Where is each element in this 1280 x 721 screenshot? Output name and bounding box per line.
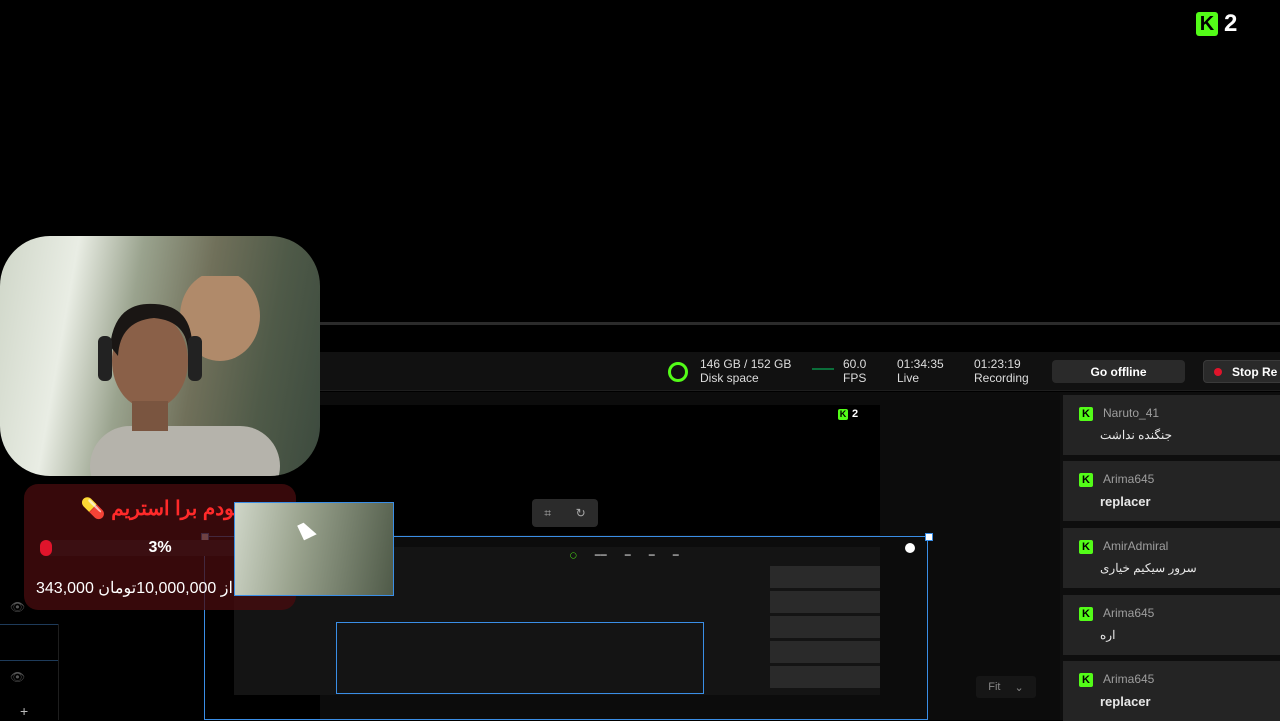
disk-label: Disk space xyxy=(700,371,759,385)
fit-dropdown[interactable]: Fit ⌄ xyxy=(976,676,1036,698)
chat-emote-image: replacer xyxy=(1100,694,1151,709)
brand-badge: K 2 xyxy=(1196,10,1237,38)
recording-label: Recording xyxy=(974,371,1029,385)
fps-value: 60.0 xyxy=(843,357,867,371)
chat-emote-image: replacer xyxy=(1100,494,1151,509)
visibility-eye-icon[interactable]: 👁 xyxy=(10,670,25,684)
preview-brand-badge: K 2 xyxy=(838,408,858,420)
chat-username[interactable]: Naruto_41 xyxy=(1103,406,1159,420)
donation-percent: 3% xyxy=(148,539,172,556)
record-dot-icon xyxy=(1214,367,1222,376)
stop-recording-label: Stop Re xyxy=(1232,364,1278,379)
live-label: Live xyxy=(897,371,920,385)
chat-message: K Arima645 replacer xyxy=(1063,661,1280,721)
webcam-feed xyxy=(0,236,320,476)
kick-logo-icon: K xyxy=(1079,607,1093,621)
disk-stat: 146 GB / 152 GB Disk space xyxy=(700,357,791,385)
kick-logo-icon: K xyxy=(838,408,848,420)
recording-value: 01:23:19 xyxy=(974,357,1021,371)
kick-logo-icon: K xyxy=(1196,12,1218,36)
visibility-eye-icon[interactable]: 👁 xyxy=(10,600,25,614)
chat-text: جنگنده نداشت xyxy=(1100,428,1173,442)
donation-progress-fill xyxy=(40,540,52,556)
donation-title: مودم برا استریم 💊 xyxy=(80,498,246,520)
disk-usage-ring-icon xyxy=(668,362,688,382)
rotate-icon[interactable]: ↻ xyxy=(576,506,586,520)
fit-label: Fit xyxy=(988,681,1001,693)
crop-icon[interactable]: ⌗ xyxy=(544,506,551,521)
add-source-button[interactable]: + xyxy=(20,703,28,719)
kick-logo-icon: K xyxy=(1079,407,1093,421)
disk-value: 146 GB / 152 GB xyxy=(700,357,792,371)
live-value: 01:34:35 xyxy=(897,357,944,371)
preview-badge-count: 2 xyxy=(852,408,859,420)
webcam-preview-thumbnail[interactable] xyxy=(234,502,394,596)
preview-canvas xyxy=(320,405,880,535)
go-offline-button[interactable]: Go offline xyxy=(1052,360,1185,383)
kick-logo-icon: K xyxy=(1079,540,1093,554)
chat-username[interactable]: Arima645 xyxy=(1103,606,1154,620)
chat-message: K Arima645 replacer xyxy=(1063,461,1280,521)
stop-recording-button[interactable]: Stop Re xyxy=(1203,360,1280,383)
studio-divider xyxy=(320,322,1280,325)
chat-username[interactable]: AmirAdmiral xyxy=(1103,539,1168,553)
crop-toolbar: ⌗ ↻ xyxy=(532,499,598,527)
chat-username[interactable]: Arima645 xyxy=(1103,672,1154,686)
chevron-down-icon: ⌄ xyxy=(1014,681,1024,694)
streamer-silhouette xyxy=(90,276,280,476)
fps-label: FPS xyxy=(843,371,867,385)
kick-logo-icon: K xyxy=(1079,673,1093,687)
panel-divider xyxy=(58,624,59,720)
resize-handle[interactable] xyxy=(925,533,933,541)
live-stat: 01:34:35 Live xyxy=(897,357,944,385)
recording-stat: 01:23:19 Recording xyxy=(974,357,1029,385)
panel-divider xyxy=(0,624,58,625)
kick-logo-icon: K xyxy=(1079,473,1093,487)
chat-message: K Naruto_41 جنگنده نداشت xyxy=(1063,395,1280,455)
source-toggle-icon[interactable] xyxy=(905,543,915,553)
chat-username[interactable]: Arima645 xyxy=(1103,472,1154,486)
fps-stat: 60.0 FPS xyxy=(843,357,866,385)
chat-message: K Arima645 اره xyxy=(1063,595,1280,655)
chat-text: اره xyxy=(1100,628,1116,642)
chat-message: K AmirAdmiral سرور سیکیم خیاری xyxy=(1063,528,1280,588)
panel-divider xyxy=(0,660,58,661)
fps-sparkline-icon xyxy=(812,368,834,370)
brand-count: 2 xyxy=(1224,10,1238,37)
chat-text: سرور سیکیم خیاری xyxy=(1100,561,1197,575)
